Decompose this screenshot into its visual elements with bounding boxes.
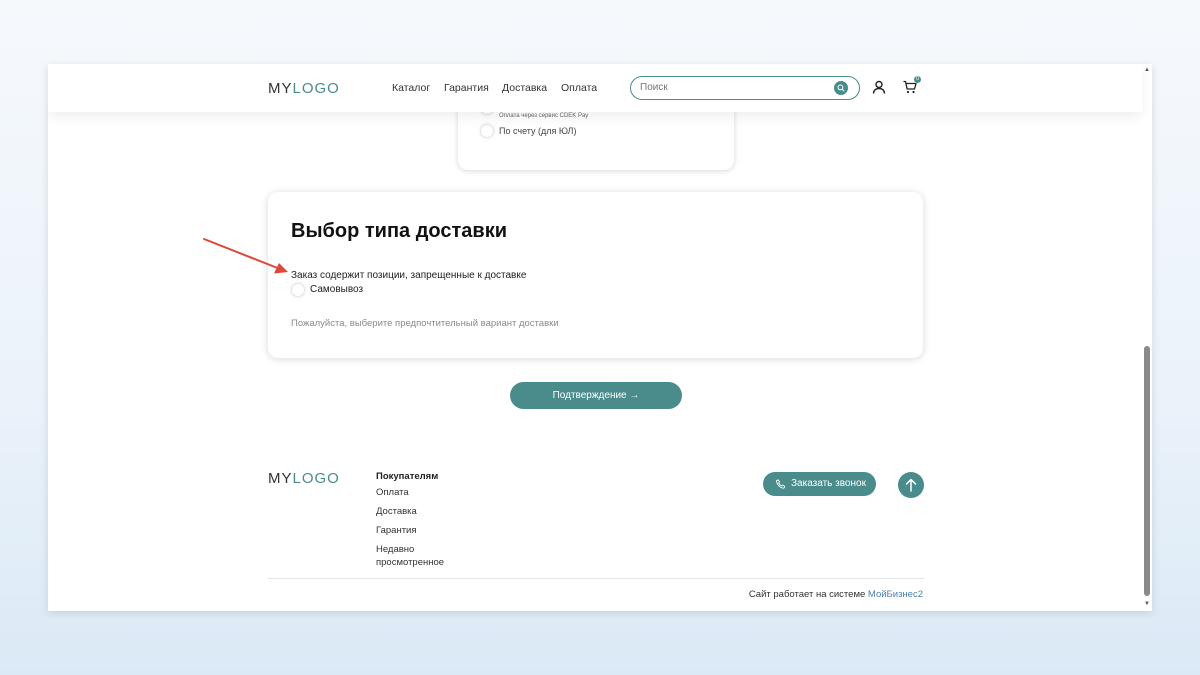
radio-invoice[interactable]	[480, 124, 494, 138]
delivery-hint: Пожалуйста, выберите предпочтительный ва…	[291, 318, 559, 329]
scroll-to-top-button[interactable]	[898, 472, 924, 498]
delivery-type-card: Выбор типа доставки Заказ содержит позиц…	[268, 192, 923, 358]
nav-catalog[interactable]: Каталог	[392, 82, 430, 94]
scrollbar-thumb[interactable]	[1144, 346, 1150, 596]
user-icon[interactable]	[872, 80, 886, 99]
footer-heading: Покупателям	[376, 471, 439, 482]
phone-icon	[776, 479, 786, 489]
delivery-warning: Заказ содержит позиции, запрещенные к до…	[291, 270, 527, 281]
nav-payment[interactable]: Оплата	[561, 82, 597, 94]
delivery-title: Выбор типа доставки	[291, 220, 508, 242]
confirm-button[interactable]: Подтверждение →	[510, 382, 682, 409]
footer-link-payment[interactable]: Оплата	[376, 486, 409, 499]
footer-logo[interactable]: MYLOGO	[268, 470, 340, 487]
request-call-button[interactable]: Заказать звонок	[763, 472, 876, 496]
invoice-label: По счету (для ЮЛ)	[499, 126, 577, 136]
footer-link-warranty[interactable]: Гарантия	[376, 524, 417, 537]
scroll-up-arrow-icon[interactable]: ▲	[1144, 67, 1150, 73]
site-logo[interactable]: MYLOGO	[268, 80, 340, 97]
cart-icon[interactable]	[903, 80, 917, 99]
cart-count-badge: 0	[914, 76, 921, 83]
pickup-label: Самовывоз	[310, 284, 364, 295]
footer-link-delivery[interactable]: Доставка	[376, 505, 417, 518]
search-placeholder: Поиск	[640, 82, 668, 93]
search-input[interactable]: Поиск	[630, 76, 860, 100]
search-icon[interactable]	[834, 81, 848, 95]
platform-link[interactable]: МойБизнес2	[868, 589, 923, 600]
cdek-pay-note: Оплата через сервис CDEK Pay	[499, 113, 589, 119]
request-call-label: Заказать звонок	[791, 478, 866, 489]
arrow-up-icon	[905, 478, 917, 492]
platform-credit: Сайт работает на системе МойБизнес2	[748, 589, 923, 600]
scroll-down-arrow-icon[interactable]: ▼	[1144, 601, 1150, 607]
radio-pickup[interactable]	[291, 283, 305, 297]
nav-warranty[interactable]: Гарантия	[444, 82, 489, 94]
annotation-arrow-icon	[203, 238, 288, 274]
footer-link-recently-viewed[interactable]: Недавно просмотренное	[376, 543, 456, 569]
vertical-scrollbar[interactable]: ▲ ▼	[1142, 64, 1152, 611]
site-header: MYLOGO Каталог Гарантия Доставка Оплата …	[48, 64, 1142, 112]
nav-delivery[interactable]: Доставка	[502, 82, 547, 94]
footer-divider	[268, 578, 924, 579]
browser-window: MYLOGO Каталог Гарантия Доставка Оплата …	[48, 64, 1152, 611]
